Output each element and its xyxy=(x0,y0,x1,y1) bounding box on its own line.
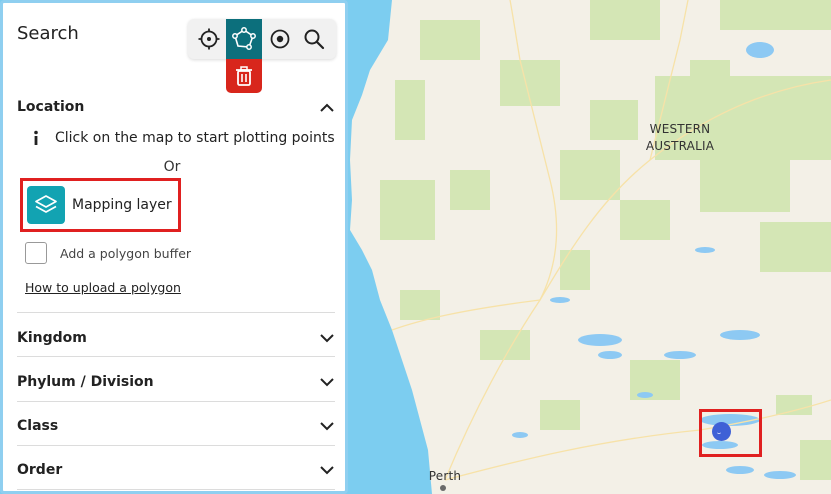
order-section-header[interactable]: Order xyxy=(17,448,335,491)
polygon-buffer-checkbox[interactable] xyxy=(25,242,47,264)
info-text: Click on the map to start plotting point… xyxy=(55,130,335,146)
drawing-toolbar xyxy=(188,19,336,59)
search-icon xyxy=(304,29,325,50)
chevron-down-icon xyxy=(319,374,335,390)
order-heading: Order xyxy=(17,462,63,478)
mapping-layer-label: Mapping layer xyxy=(72,197,172,213)
polygon-draw-icon xyxy=(232,27,256,50)
polygon-buffer-label: Add a polygon buffer xyxy=(60,245,192,261)
city-marker xyxy=(440,485,446,491)
region-label-line2: AUSTRALIA xyxy=(645,139,715,153)
trash-icon xyxy=(236,66,252,86)
phylum-section-header[interactable]: Phylum / Division xyxy=(17,360,335,404)
kingdom-heading: Kingdom xyxy=(17,330,87,346)
section-divider xyxy=(17,312,335,313)
region-label-line1: WESTERN xyxy=(649,122,711,136)
kingdom-section-header[interactable]: Kingdom xyxy=(17,316,335,360)
section-divider xyxy=(17,445,335,446)
point-radius-tool-button[interactable] xyxy=(262,19,298,59)
chevron-down-icon xyxy=(319,418,335,434)
location-info: Click on the map to start plotting point… xyxy=(25,127,335,149)
polygon-tool-button[interactable] xyxy=(226,19,262,59)
crosshair-icon xyxy=(198,28,220,50)
chevron-down-icon xyxy=(319,462,335,478)
or-separator: Or xyxy=(163,159,181,175)
upload-polygon-link[interactable]: How to upload a polygon xyxy=(25,280,181,295)
crosshair-tool-button[interactable] xyxy=(191,19,227,59)
city-label-perth: Perth xyxy=(428,469,462,483)
highlight-box-point xyxy=(699,409,762,457)
search-tool-button[interactable] xyxy=(296,19,332,59)
class-section-header[interactable]: Class xyxy=(17,404,335,448)
section-divider xyxy=(17,356,335,357)
mapping-layer-button[interactable]: Mapping layer xyxy=(20,178,181,232)
polygon-buffer-option[interactable]: Add a polygon buffer xyxy=(25,242,191,264)
section-divider xyxy=(17,489,335,490)
section-divider xyxy=(17,401,335,402)
chevron-down-icon xyxy=(319,330,335,346)
layers-icon xyxy=(27,186,65,224)
search-sidebar: Search Location Click on the map to star… xyxy=(0,0,348,494)
info-icon xyxy=(25,127,47,149)
chevron-up-icon xyxy=(319,99,335,115)
location-section-header[interactable]: Location xyxy=(17,85,335,129)
target-point-icon xyxy=(270,29,290,49)
map-region-label: WESTERN AUSTRALIA xyxy=(628,121,732,155)
sidebar-title: Search xyxy=(17,23,79,44)
class-heading: Class xyxy=(17,418,59,434)
location-heading: Location xyxy=(17,99,85,115)
phylum-heading: Phylum / Division xyxy=(17,374,154,390)
